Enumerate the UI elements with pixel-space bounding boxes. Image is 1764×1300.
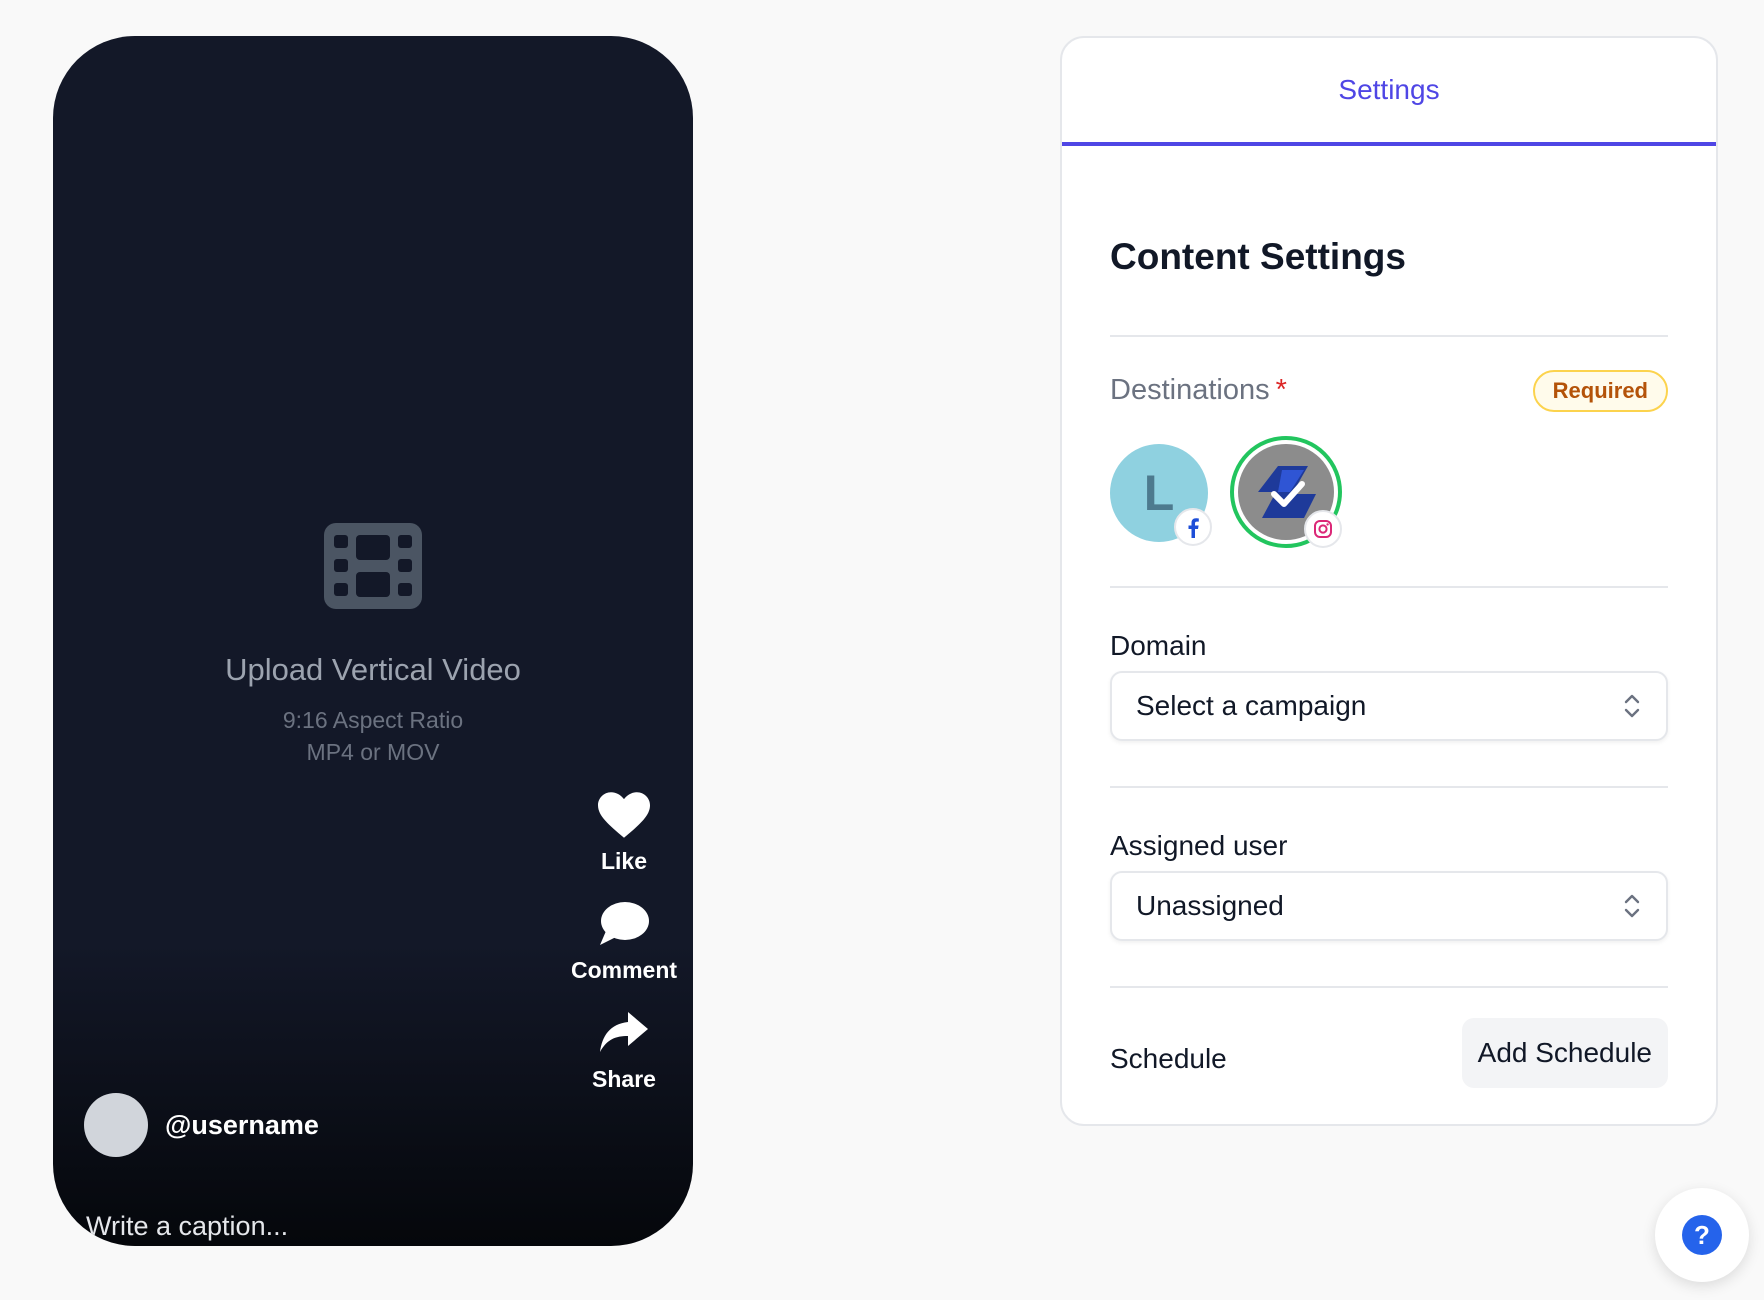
upload-requirements: 9:16 Aspect Ratio MP4 or MOV [53, 704, 693, 768]
instagram-icon [1304, 510, 1342, 548]
destinations-label-text: Destinations [1110, 374, 1270, 406]
schedule-label: Schedule [1110, 1043, 1227, 1074]
comment-label: Comment [570, 957, 678, 983]
video-preview-phone[interactable]: Upload Vertical Video 9:16 Aspect Ratio … [53, 36, 693, 1246]
domain-select[interactable]: Select a campaign [1110, 671, 1668, 741]
destination-account-facebook[interactable]: L [1110, 444, 1212, 546]
add-schedule-button[interactable]: Add Schedule [1461, 1018, 1668, 1088]
heart-icon [598, 792, 650, 838]
caption-input[interactable]: Write a caption... [86, 1211, 288, 1242]
divider [1110, 986, 1668, 988]
film-icon [324, 523, 422, 609]
required-badge: Required [1532, 370, 1668, 412]
share-action[interactable]: Share [553, 1010, 693, 1093]
like-label: Like [600, 848, 648, 874]
share-arrow-icon [600, 1012, 648, 1052]
assigned-user-select[interactable]: Unassigned [1110, 871, 1668, 941]
assigned-user-select-value: Unassigned [1136, 890, 1284, 921]
avatar [84, 1093, 148, 1157]
upload-area[interactable]: Upload Vertical Video 9:16 Aspect Ratio … [53, 523, 693, 768]
divider [1110, 586, 1668, 588]
divider [1110, 786, 1668, 788]
help-button[interactable]: ? [1655, 1188, 1749, 1282]
preview-actions: Like Comment Share [553, 792, 693, 1119]
aspect-ratio-text: 9:16 Aspect Ratio [282, 707, 464, 733]
destination-accounts: L [1110, 434, 1370, 554]
chevron-up-down-icon [1624, 694, 1640, 718]
page-title: Content Settings [1110, 236, 1406, 277]
account-avatar-letter: L [1143, 465, 1175, 521]
assigned-user-label: Assigned user [1110, 830, 1288, 861]
comment-action[interactable]: Comment [553, 901, 693, 984]
tab-settings[interactable]: Settings [1062, 38, 1716, 146]
domain-label: Domain [1110, 630, 1207, 661]
settings-panel: Settings Content Settings Destinations * … [1060, 36, 1718, 1126]
destination-account-instagram[interactable] [1230, 436, 1342, 548]
chevron-up-down-icon [1624, 894, 1640, 918]
facebook-icon [1174, 508, 1212, 546]
username: @username [165, 1109, 319, 1140]
required-star: * [1275, 374, 1287, 406]
format-text: MP4 or MOV [306, 739, 440, 765]
help-icon: ? [1682, 1215, 1722, 1255]
divider [1110, 335, 1668, 337]
destinations-label: Destinations * [1110, 374, 1287, 407]
like-action[interactable]: Like [553, 792, 693, 875]
domain-select-value: Select a campaign [1136, 690, 1367, 721]
upload-title: Upload Vertical Video [225, 652, 521, 687]
preview-user: @username [84, 1093, 319, 1157]
share-label: Share [592, 1066, 656, 1092]
comment-bubble-icon [600, 902, 649, 945]
